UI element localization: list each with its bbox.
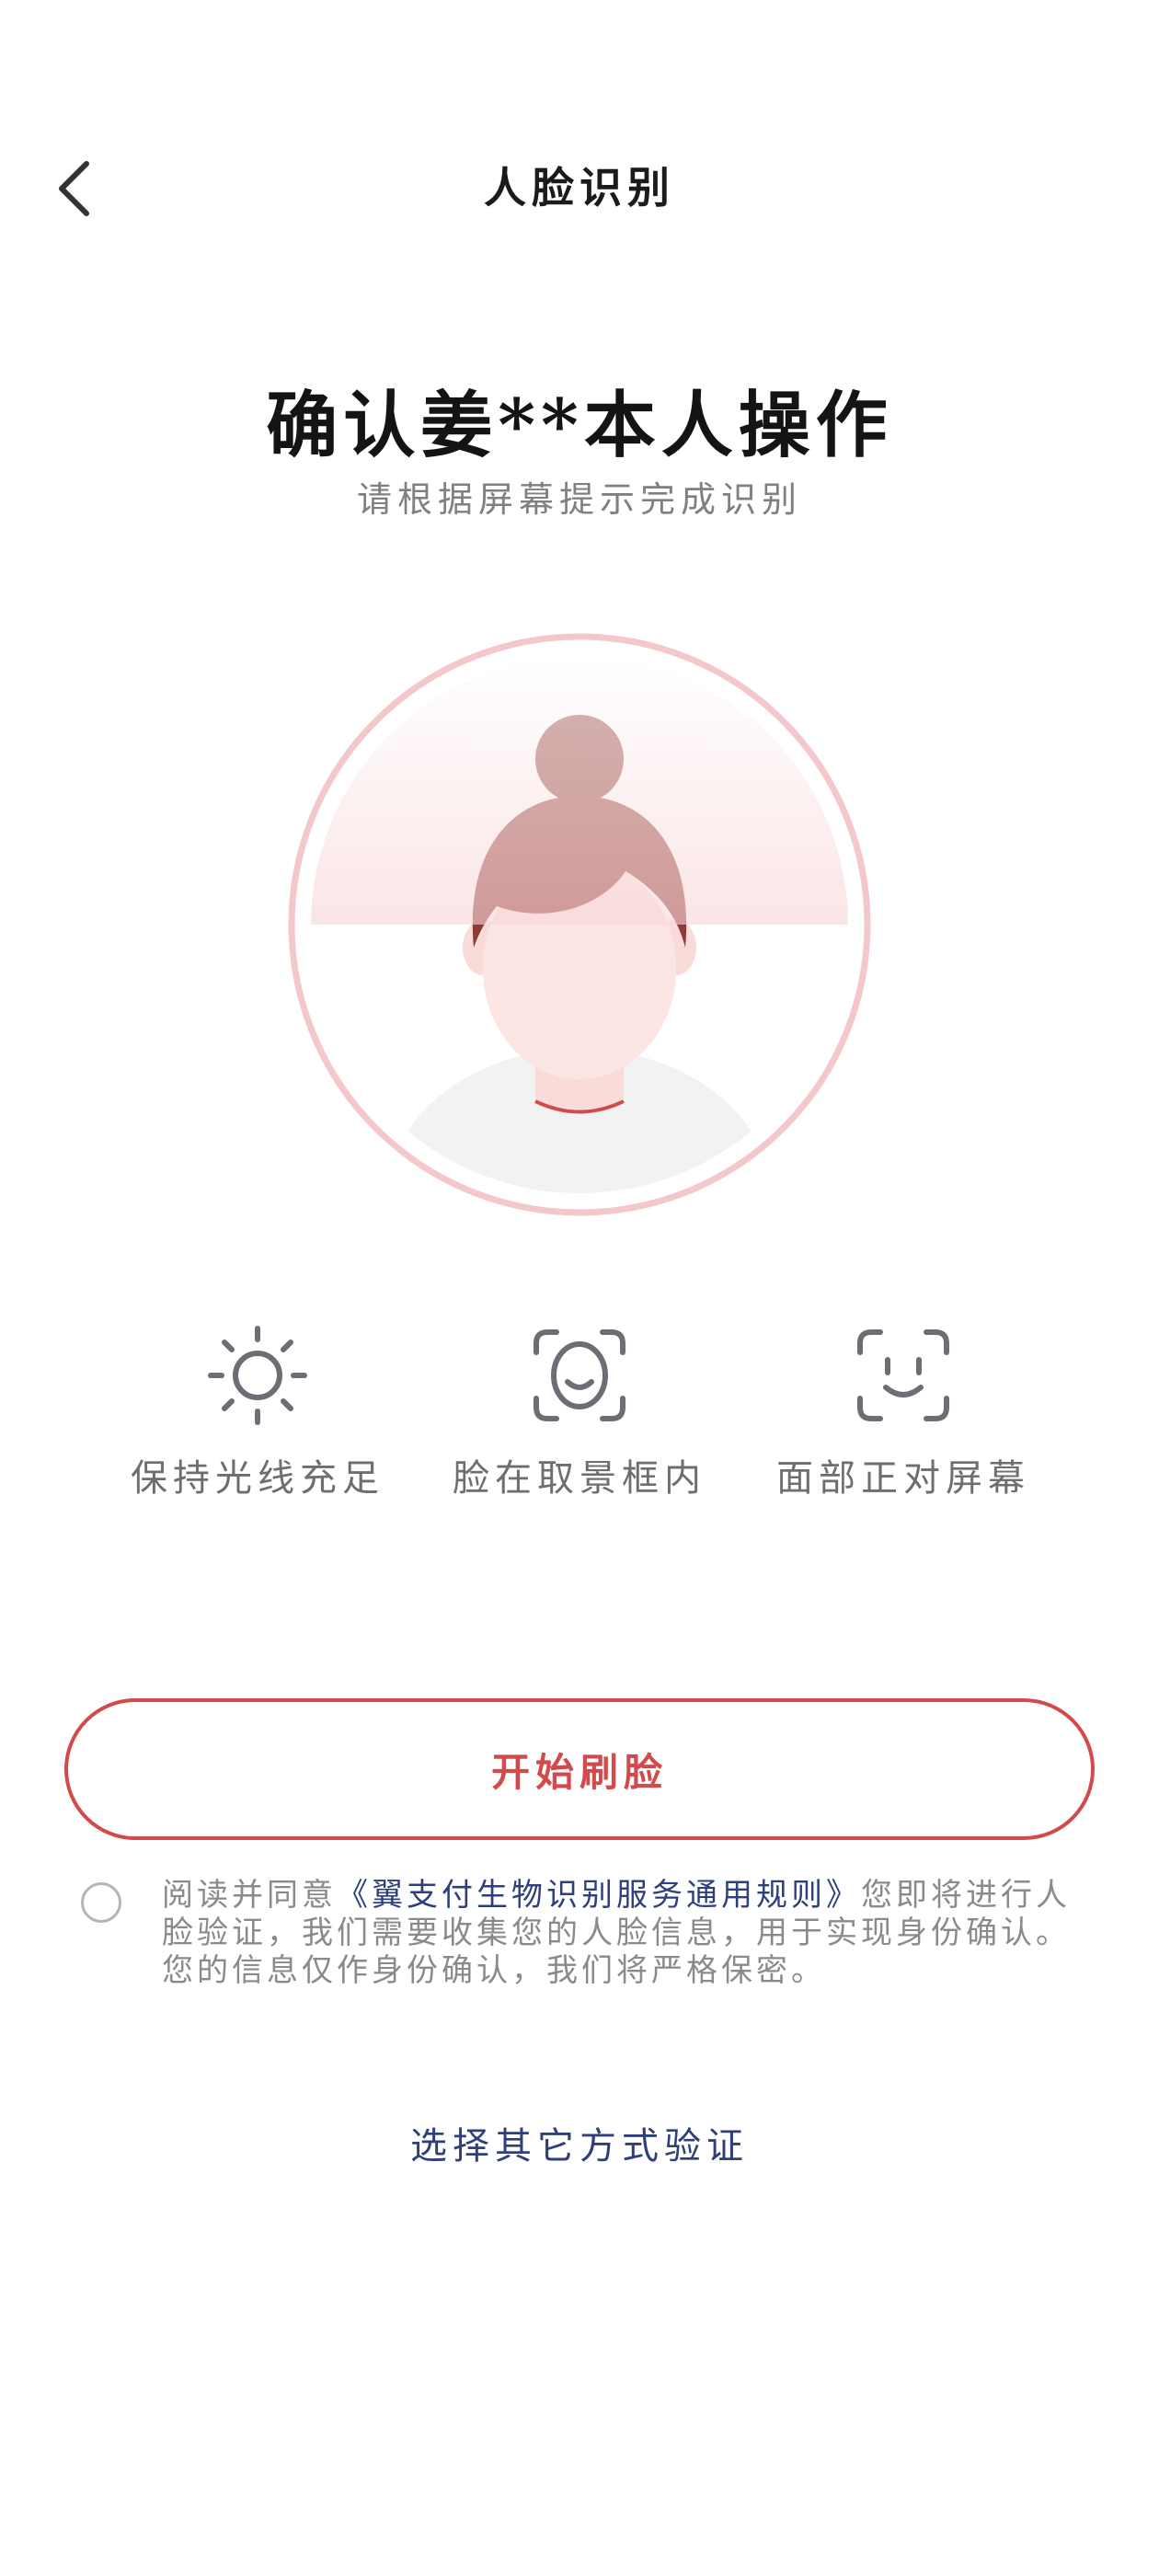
tip-item-facing: 面部正对屏幕 bbox=[747, 1325, 1060, 1501]
agreement-checkbox[interactable] bbox=[81, 1882, 121, 1923]
page-title: 人脸识别 bbox=[484, 163, 675, 213]
face-avatar-illustration bbox=[285, 630, 874, 1219]
alternative-verification-link[interactable]: 选择其它方式验证 bbox=[0, 2116, 1159, 2169]
agreement-text: 阅读并同意《翼支付生物识别服务通用规则》您即将进行人脸验证，我们需要收集您的人脸… bbox=[162, 1877, 1082, 1990]
nav-bar: 人脸识别 bbox=[0, 138, 1159, 239]
face-recognition-page: 人脸识别 确认姜**本人操作 请根据屏幕提示完成识别 保持光线充足 脸在取景框内… bbox=[0, 0, 1159, 2576]
agreement-prefix: 阅读并同意 bbox=[162, 1877, 337, 1914]
tip-item-frame: 脸在取景框内 bbox=[423, 1325, 736, 1501]
sun-icon bbox=[208, 1326, 307, 1425]
face-in-frame-icon bbox=[534, 1329, 625, 1421]
biometric-rules-link[interactable]: 《翼支付生物识别服务通用规则》 bbox=[337, 1877, 861, 1914]
tip-item-lighting: 保持光线充足 bbox=[101, 1325, 414, 1501]
tip-label-frame: 脸在取景框内 bbox=[453, 1457, 706, 1500]
tip-label-facing: 面部正对屏幕 bbox=[776, 1457, 1030, 1500]
face-front-icon bbox=[857, 1329, 949, 1421]
confirm-identity-title: 确认姜**本人操作 bbox=[266, 384, 893, 467]
tips-row: 保持光线充足 脸在取景框内 面部正对屏幕 bbox=[0, 1325, 1159, 1527]
instruction-subtitle: 请根据屏幕提示完成识别 bbox=[356, 479, 802, 520]
tip-label-lighting: 保持光线充足 bbox=[131, 1457, 384, 1500]
start-button-label: 开始刷脸 bbox=[490, 1749, 668, 1795]
start-face-scan-button[interactable]: 开始刷脸 bbox=[64, 1698, 1095, 1840]
